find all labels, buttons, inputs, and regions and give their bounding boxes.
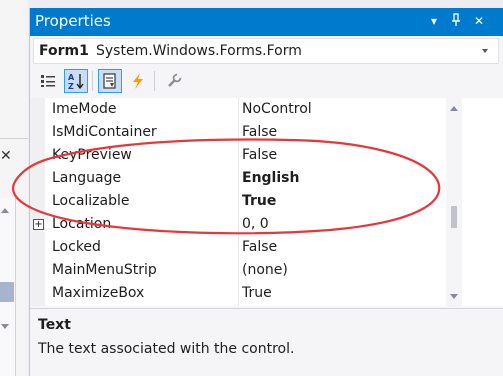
properties-window: Properties ▾ ✕ Form1 System.Windows.Form… [29, 8, 503, 376]
property-value[interactable]: True [242, 193, 442, 213]
property-row[interactable]: ImeMode NoControl [30, 98, 503, 121]
scroll-up-icon[interactable] [1, 208, 9, 213]
property-value[interactable]: (none) [242, 262, 442, 282]
description-title: Text [38, 317, 71, 333]
chevron-down-icon[interactable] [482, 49, 488, 53]
categorized-icon[interactable] [36, 69, 60, 93]
description-text: The text associated with the control. [38, 341, 295, 357]
selection-bar [0, 282, 14, 302]
toolbar-separator [154, 71, 155, 91]
events-icon[interactable] [126, 69, 150, 93]
property-row-language[interactable]: Language English [30, 167, 503, 190]
svg-text:A: A [68, 73, 75, 82]
property-row[interactable]: MainMenuStrip (none) [30, 259, 503, 282]
property-name: Localizable [52, 193, 130, 209]
vertical-scrollbar[interactable] [446, 98, 462, 306]
expand-plus-icon[interactable]: + [33, 219, 44, 230]
svg-text:Z: Z [68, 82, 74, 90]
window-title: Properties [35, 12, 111, 30]
property-name: ImeMode [52, 101, 117, 117]
scroll-down-icon[interactable] [1, 324, 9, 329]
scroll-up-icon[interactable] [450, 106, 458, 111]
property-row-localizable[interactable]: Localizable True [30, 190, 503, 213]
property-name: MaximizeBox [52, 285, 145, 301]
property-name: MainMenuStrip [52, 262, 157, 278]
properties-titlebar[interactable]: Properties ▾ ✕ [30, 8, 503, 36]
property-name: Location [52, 216, 112, 232]
property-row[interactable]: KeyPreview False [30, 144, 503, 167]
toolbar-separator [92, 71, 93, 91]
property-row[interactable]: MaximizeBox True [30, 282, 503, 305]
property-value[interactable]: False [242, 147, 442, 167]
property-value[interactable]: English [242, 170, 442, 190]
object-name: Form1 [39, 43, 89, 59]
alphabetical-icon[interactable]: A Z [64, 69, 88, 93]
property-value[interactable]: False [242, 124, 442, 144]
description-pane: Text The text associated with the contro… [30, 308, 503, 376]
scroll-thumb[interactable] [451, 206, 457, 228]
window-options-icon[interactable]: ▾ [431, 13, 437, 29]
scroll-down-icon[interactable] [450, 294, 458, 299]
property-row[interactable]: Locked False [30, 236, 503, 259]
divider [0, 138, 28, 139]
property-value[interactable]: 0, 0 [242, 216, 442, 236]
close-icon[interactable]: ✕ [0, 148, 12, 164]
property-pages-icon[interactable] [162, 69, 186, 93]
property-row[interactable]: IsMdiContainer False [30, 121, 503, 144]
property-value[interactable]: NoControl [242, 101, 442, 121]
property-name: Locked [52, 239, 101, 255]
close-icon[interactable]: ✕ [474, 13, 484, 29]
property-row[interactable]: + Location 0, 0 [30, 213, 503, 236]
property-value[interactable]: True [242, 285, 442, 305]
designer-side-strip: ✕ [0, 0, 28, 376]
property-grid: ImeMode NoControl IsMdiContainer False K… [30, 98, 503, 306]
property-value[interactable]: False [242, 239, 442, 259]
properties-toolbar: A Z [30, 66, 503, 96]
property-name: Language [52, 170, 122, 186]
property-name: IsMdiContainer [52, 124, 157, 140]
object-type: System.Windows.Forms.Form [96, 43, 302, 59]
property-name: KeyPreview [52, 147, 132, 163]
pin-icon[interactable] [450, 13, 462, 31]
properties-icon[interactable] [98, 69, 122, 93]
object-selector[interactable]: Form1 System.Windows.Forms.Form [33, 38, 499, 64]
